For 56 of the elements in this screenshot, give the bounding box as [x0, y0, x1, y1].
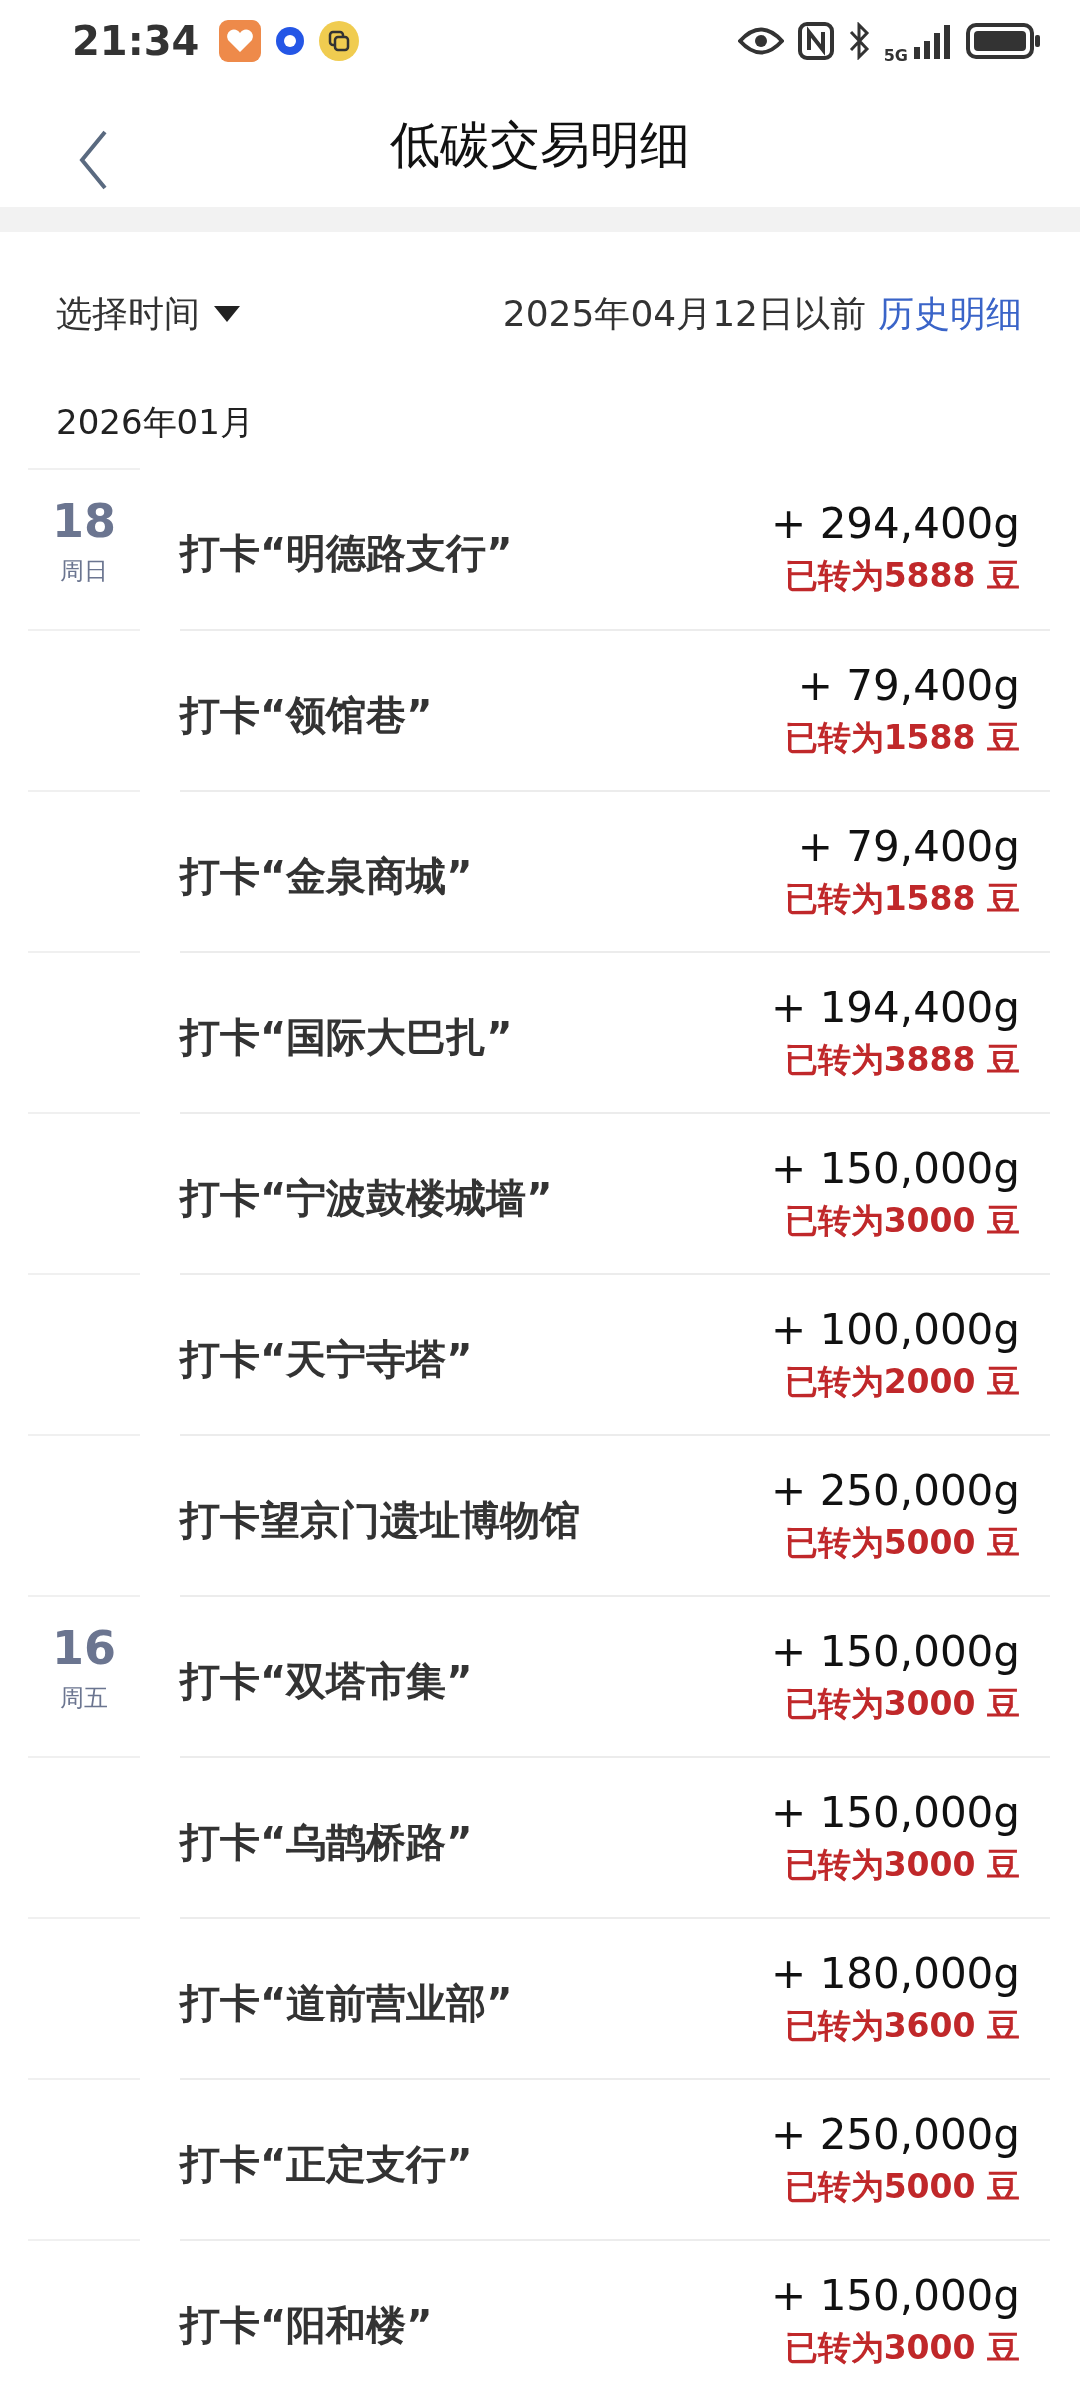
month-heading: 2026年01月: [55, 401, 255, 444]
carbon-amount: + 150,000g: [771, 1787, 1020, 1837]
weekday-label: 周日: [60, 556, 108, 588]
converted-beans: 已转为3600 豆: [784, 2004, 1020, 2047]
carbon-amount: + 79,400g: [797, 660, 1020, 710]
converted-beans: 已转为5000 豆: [784, 2165, 1020, 2208]
transaction-title: 打卡“正定支行”: [180, 2140, 473, 2189]
transaction-title: 打卡望京门遗址博物馆: [180, 1496, 580, 1545]
transaction-title: 打卡“阳和楼”: [180, 2301, 433, 2350]
bluetooth-icon: [847, 22, 870, 61]
converted-beans: 已转为5000 豆: [784, 1521, 1020, 1564]
history-link[interactable]: 历史明细: [878, 289, 1022, 339]
carbon-amount: + 150,000g: [771, 1626, 1020, 1676]
date-day: 16: [52, 1621, 116, 1677]
transaction-title: 打卡“领馆巷”: [180, 691, 433, 740]
date-day: 18: [52, 494, 116, 550]
converted-beans: 已转为3888 豆: [784, 1038, 1020, 1081]
converted-beans: 已转为1588 豆: [784, 716, 1020, 759]
transaction-title: 打卡“国际大巴扎”: [180, 1013, 513, 1062]
transaction-title: 打卡“乌鹊桥路”: [180, 1818, 473, 1867]
carbon-amount: + 250,000g: [771, 1465, 1020, 1515]
battery-icon: [966, 23, 1042, 60]
carbon-amount: + 294,400g: [771, 498, 1020, 548]
converted-beans: 已转为5888 豆: [784, 554, 1020, 597]
transaction-title: 打卡“明德路支行”: [180, 529, 513, 578]
transaction-title: 打卡“天宁寺塔”: [180, 1335, 473, 1384]
carbon-amount: + 150,000g: [771, 1143, 1020, 1193]
converted-beans: 已转为3000 豆: [784, 1682, 1020, 1725]
copy-app-icon: [319, 21, 360, 62]
carbon-amount: + 100,000g: [771, 1304, 1020, 1354]
converted-beans: 已转为2000 豆: [784, 1360, 1020, 1403]
transaction-title: 打卡“双塔市集”: [180, 1657, 473, 1706]
transaction-title: 打卡“道前营业部”: [180, 1979, 513, 2028]
heart-app-icon: [219, 20, 262, 63]
status-time: 21:34: [72, 18, 200, 65]
converted-beans: 已转为3000 豆: [784, 1843, 1020, 1886]
carbon-amount: + 150,000g: [771, 2270, 1020, 2320]
circle-app-icon: [275, 26, 306, 57]
converted-beans: 已转为1588 豆: [784, 877, 1020, 920]
network-label: 5G: [883, 45, 908, 65]
carbon-amount: + 180,000g: [771, 1948, 1020, 1998]
transaction-title: 打卡“宁波鼓楼城墙”: [180, 1174, 553, 1223]
signal-icon: [912, 23, 952, 60]
converted-beans: 已转为3000 豆: [784, 1199, 1020, 1242]
caret-icon: [214, 306, 240, 323]
page-title: 低碳交易明细: [390, 114, 690, 176]
carbon-amount: + 250,000g: [771, 2109, 1020, 2159]
weekday-label: 周五: [60, 1683, 108, 1715]
cutoff-note: 2025年04月12日以前: [502, 291, 866, 336]
time-picker[interactable]: 选择时间: [56, 289, 240, 339]
transaction-title: 打卡“金泉商城”: [180, 852, 473, 901]
carbon-amount: + 194,400g: [771, 982, 1020, 1032]
carbon-amount: + 79,400g: [797, 821, 1020, 871]
converted-beans: 已转为3000 豆: [784, 2326, 1020, 2369]
eye-icon: [737, 26, 784, 57]
nfc-icon: [797, 22, 834, 61]
